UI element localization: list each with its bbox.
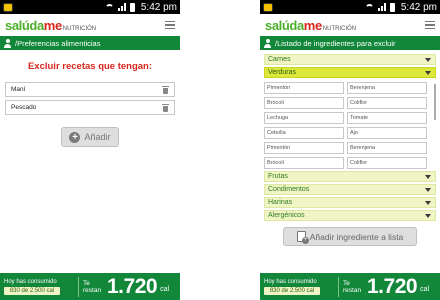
- footer-divider: [78, 276, 79, 297]
- ingredient-option[interactable]: Berenjena: [347, 142, 427, 154]
- consumed-value: 830 de 2.500 cal: [4, 286, 60, 295]
- consumed-value: 830 de 2.500 cal: [264, 286, 320, 295]
- remain-value: 1.720: [367, 274, 418, 298]
- ingredient-option[interactable]: Cebolla: [264, 127, 344, 139]
- category-verduras[interactable]: Verduras: [264, 67, 436, 78]
- user-icon: [263, 38, 272, 48]
- category-harinas[interactable]: Harinas: [264, 197, 436, 208]
- trash-icon[interactable]: [162, 103, 169, 112]
- app-bar: salúdameNUTRICIÓN: [0, 14, 180, 36]
- app-logo: salúdameNUTRICIÓN: [265, 17, 357, 33]
- status-time: 5:42 pm: [400, 1, 437, 13]
- chevron-down-icon: [425, 213, 431, 218]
- ingredient-option[interactable]: Brócoli: [264, 97, 344, 109]
- remain-label: Te restan: [83, 279, 102, 294]
- trash-icon[interactable]: [162, 85, 169, 94]
- phone-left-screen: 5:42 pm salúdameNUTRICIÓN /Preferencias …: [0, 0, 180, 300]
- category-alergenicos[interactable]: Alergénicos: [264, 210, 436, 221]
- ingredient-option[interactable]: Ajo: [347, 127, 427, 139]
- footer-divider: [338, 276, 339, 297]
- category-carnes[interactable]: Carnes: [264, 54, 436, 65]
- ingredient-option[interactable]: Coliflor: [347, 157, 427, 169]
- ingredient-option[interactable]: Coliflor: [347, 97, 427, 109]
- add-ingredient-button[interactable]: Añadir ingrediente a lista: [283, 227, 417, 246]
- breadcrumb-text: /Listado de ingredientes para excluir: [275, 38, 396, 48]
- ingredient-option[interactable]: Lechuga: [264, 112, 344, 124]
- excluded-item-label: Maní: [11, 86, 26, 93]
- breadcrumb: /Listado de ingredientes para excluir: [260, 36, 440, 50]
- category-label: Alergénicos: [268, 212, 305, 219]
- remain-value: 1.720: [107, 274, 158, 298]
- category-label: Condimentos: [268, 186, 310, 193]
- chevron-down-icon: [425, 174, 431, 179]
- app-logo: salúdameNUTRICIÓN: [5, 17, 97, 33]
- page-title: Excluir recetas que tengan:: [27, 61, 153, 72]
- scrollbar[interactable]: [434, 84, 436, 120]
- app-bar: salúdameNUTRICIÓN: [260, 14, 440, 36]
- category-label: Verduras: [268, 69, 297, 76]
- remain-unit: cal: [160, 286, 170, 293]
- chevron-down-icon: [425, 70, 431, 75]
- status-bar: 5:42 pm: [0, 0, 180, 14]
- breadcrumb: /Preferencias alimenticias: [0, 36, 180, 50]
- excluded-item: Maní: [5, 82, 175, 97]
- add-button[interactable]: + Añadir: [61, 127, 119, 147]
- status-bar: 5:42 pm: [260, 0, 440, 14]
- excluded-item: Pescado: [5, 100, 175, 115]
- wifi-icon: [104, 3, 114, 11]
- notification-app-icon: [3, 2, 13, 12]
- ingredient-option[interactable]: Pimentón: [264, 82, 344, 94]
- add-ingredient-button-label: Añadir ingrediente a lista: [309, 231, 404, 242]
- breadcrumb-text: /Preferencias alimenticias: [15, 38, 101, 48]
- chevron-down-icon: [425, 200, 431, 205]
- remain-unit: cal: [420, 286, 430, 293]
- battery-icon: [389, 2, 395, 12]
- menu-icon[interactable]: [165, 20, 175, 30]
- category-condimentos[interactable]: Condimentos: [264, 184, 436, 195]
- consumed-label: Hoy has consumido: [264, 278, 317, 285]
- ingredient-option[interactable]: Brócoli: [264, 157, 344, 169]
- calorie-footer: Hoy has consumido 830 de 2.500 cal Te res…: [0, 273, 180, 300]
- category-label: Harinas: [268, 199, 293, 206]
- signal-icon: [377, 3, 386, 11]
- calorie-footer: Hoy has consumido 830 de 2.500 cal Te res…: [260, 273, 440, 300]
- add-button-label: Añadir: [84, 132, 111, 142]
- category-label: Carnes: [268, 56, 291, 63]
- chevron-down-icon: [425, 57, 431, 62]
- wifi-icon: [364, 3, 374, 11]
- add-document-icon: [296, 231, 309, 244]
- excluded-item-label: Pescado: [11, 104, 37, 111]
- phone-right-screen: 5:42 pm salúdameNUTRICIÓN /Listado de in…: [260, 0, 440, 300]
- category-label: Frutas: [268, 173, 288, 180]
- remain-label: Te restan: [343, 279, 362, 294]
- notification-app-icon: [263, 2, 273, 12]
- battery-icon: [129, 2, 135, 12]
- ingredient-option[interactable]: Tomate: [347, 112, 427, 124]
- ingredient-list: Pimentón Berenjena Brócoli Coliflor Lech…: [264, 80, 436, 171]
- consumed-label: Hoy has consumido: [4, 278, 57, 285]
- ingredient-option[interactable]: Berenjena: [347, 82, 427, 94]
- signal-icon: [117, 3, 126, 11]
- ingredient-option[interactable]: Pimentón: [264, 142, 344, 154]
- user-icon: [3, 38, 12, 48]
- category-frutas[interactable]: Frutas: [264, 171, 436, 182]
- status-time: 5:42 pm: [140, 1, 177, 13]
- chevron-down-icon: [425, 187, 431, 192]
- plus-icon: +: [69, 131, 81, 143]
- menu-icon[interactable]: [425, 20, 435, 30]
